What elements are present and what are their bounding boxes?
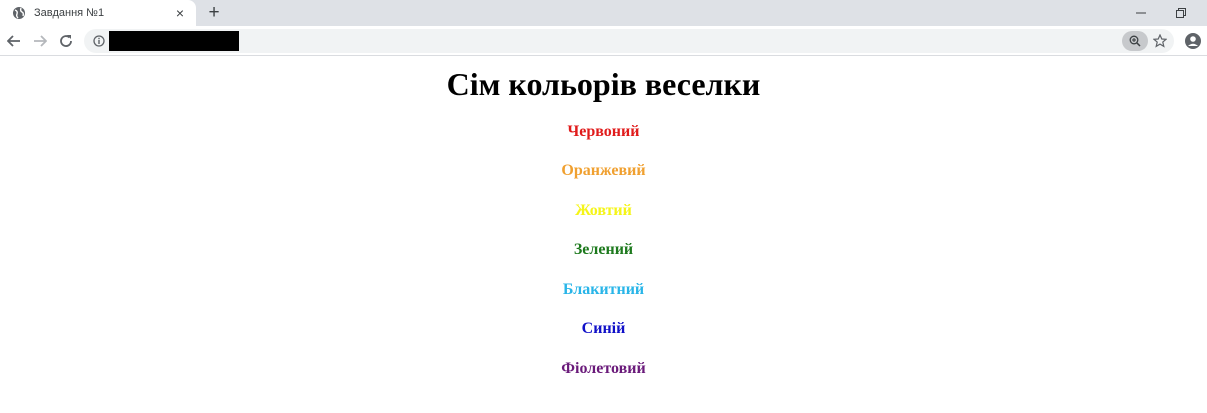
active-tab[interactable]: Завдання №1 ×: [0, 0, 196, 26]
browser-toolbar: [0, 26, 1207, 56]
reload-icon[interactable]: [54, 29, 78, 53]
tab-title: Завдання №1: [34, 7, 105, 19]
tab-strip: Завдання №1 × +: [0, 0, 1207, 26]
close-tab-icon[interactable]: ×: [170, 3, 190, 23]
page-title: Сім кольорів веселки: [446, 66, 761, 102]
info-icon[interactable]: [92, 34, 106, 48]
url-text-redacted[interactable]: [109, 31, 239, 51]
color-item-orange: Оранжевий: [561, 162, 646, 179]
profile-icon[interactable]: [1181, 29, 1205, 53]
globe-icon: [12, 6, 26, 20]
color-item-green: Зелений: [573, 241, 634, 258]
color-item-yellow: Жовтий: [575, 202, 632, 219]
color-item-blue: Синій: [581, 320, 626, 337]
star-icon[interactable]: [1150, 31, 1170, 51]
forward-icon[interactable]: [28, 29, 52, 53]
restore-button[interactable]: [1158, 0, 1204, 26]
back-icon[interactable]: [2, 29, 26, 53]
color-item-red: Червоний: [567, 123, 640, 140]
zoom-icon[interactable]: [1122, 31, 1148, 51]
address-bar[interactable]: [84, 29, 1174, 53]
page-content: Сім кольорів веселки Червоний Оранжевий …: [0, 56, 1207, 413]
new-tab-button[interactable]: +: [202, 1, 226, 25]
color-item-violet: Фіолетовий: [561, 360, 646, 377]
color-item-light-blue: Блакитний: [562, 281, 645, 298]
